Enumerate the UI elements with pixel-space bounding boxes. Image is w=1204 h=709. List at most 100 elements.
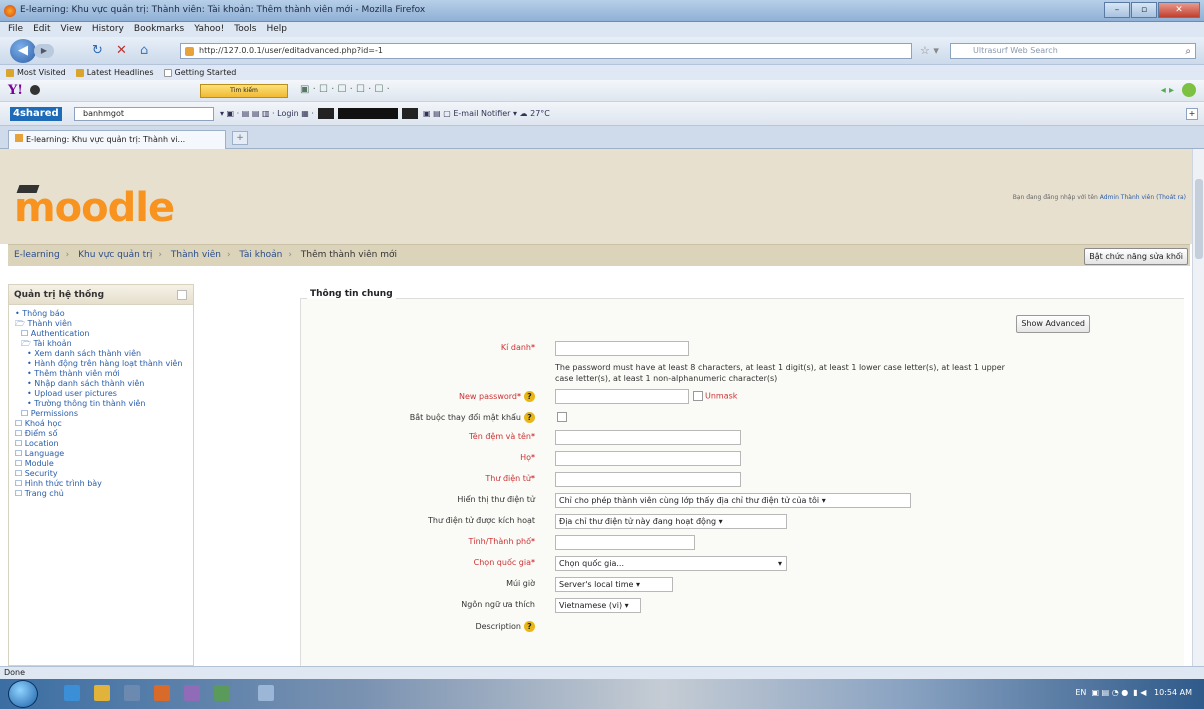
breadcrumb-elearning[interactable]: E-learning	[14, 250, 60, 260]
sidebar-item[interactable]: ☐ Điểm số	[15, 429, 187, 439]
timezone-select[interactable]: Server's local time ▾	[555, 577, 673, 592]
sidebar-item[interactable]: ☐ Module	[15, 459, 187, 469]
login-user-link[interactable]: Admin Thành viên	[1100, 194, 1154, 201]
turn-editing-on-button[interactable]: Bật chức năng sửa khối	[1084, 248, 1188, 265]
menu-edit[interactable]: Edit	[33, 22, 50, 37]
sidebar-item[interactable]: • Thêm thành viên mới	[15, 369, 187, 379]
menu-history[interactable]: History	[92, 22, 124, 37]
bookmark-latest-headlines[interactable]: Latest Headlines	[75, 68, 154, 77]
yahoo-logo[interactable]: Y!	[8, 83, 23, 98]
sidebar-item[interactable]: • Upload user pictures	[15, 389, 187, 399]
username-input[interactable]	[555, 341, 689, 356]
clock[interactable]: 10:54 AM	[1154, 688, 1192, 697]
email-active-select[interactable]: Địa chỉ thư điện tử này đang hoạt động ▾	[555, 514, 787, 529]
yahoo-tools-icon[interactable]: ▣ · ☐ · ☐ · ☐ · ☐ ·	[300, 84, 390, 95]
sidebar-item[interactable]: • Hành động trên hàng loạt thành viên	[15, 359, 187, 369]
moodle-logo[interactable]: moodle	[14, 185, 175, 229]
yahoo-search-button[interactable]: Tìm kiếm	[200, 84, 288, 98]
toolbar-expand-icon[interactable]: +	[1186, 108, 1198, 120]
menu-tools[interactable]: Tools	[234, 22, 256, 37]
menu-view[interactable]: View	[61, 22, 82, 37]
app-icon[interactable]	[184, 685, 200, 701]
country-select[interactable]: Chọn quốc gia... ▾	[555, 556, 787, 571]
maximize-button[interactable]: ▫	[1131, 2, 1157, 18]
bookmarks-bar: Most Visited Latest Headlines Getting St…	[0, 65, 1204, 80]
sidebar-item[interactable]: ☐ Language	[15, 449, 187, 459]
new-tab-button[interactable]: +	[232, 131, 248, 145]
yahoo-arrows-icon[interactable]: ◂ ▸	[1161, 85, 1174, 96]
firefox-taskbar-icon[interactable]	[154, 685, 170, 701]
sidebar-item[interactable]: • Thông báo	[15, 309, 187, 319]
reload-icon[interactable]: ↻	[92, 44, 103, 58]
email-input[interactable]	[555, 472, 741, 487]
4shared-logo[interactable]: 4shared	[10, 107, 62, 121]
sidebar-item[interactable]: ☐ Hình thức trình bày	[15, 479, 187, 489]
start-button[interactable]	[8, 680, 38, 708]
bookmark-most-visited[interactable]: Most Visited	[6, 68, 66, 77]
url-bar[interactable]: http://127.0.0.1/user/editadvanced.php?i…	[180, 43, 912, 59]
breadcrumb-admin[interactable]: Khu vực quản trị	[78, 250, 152, 260]
vertical-scrollbar[interactable]	[1192, 149, 1204, 666]
sidebar-item[interactable]: • Nhập danh sách thành viên	[15, 379, 187, 389]
sidebar-item[interactable]: ☐ Khoá học	[15, 419, 187, 429]
minimize-button[interactable]: –	[1104, 2, 1130, 18]
sidebar-item[interactable]: • Trường thông tin thành viên	[15, 399, 187, 409]
stop-icon[interactable]: ✕	[116, 44, 127, 58]
email-display-select[interactable]: Chỉ cho phép thành viên cùng lớp thấy đị…	[555, 493, 911, 508]
menu-file[interactable]: File	[8, 22, 23, 37]
app3-icon[interactable]	[258, 685, 274, 701]
app2-icon[interactable]	[214, 685, 230, 701]
login-info: Bạn đang đăng nhập với tên Admin Thành v…	[1013, 194, 1186, 201]
menu-help[interactable]: Help	[266, 22, 287, 37]
city-input[interactable]	[555, 535, 695, 550]
show-advanced-button[interactable]: Show Advanced	[1016, 315, 1090, 333]
sidebar-item[interactable]: ☐ Permissions	[15, 409, 187, 419]
yahoo-menu-icon[interactable]	[30, 85, 40, 95]
firstname-input[interactable]	[555, 430, 741, 445]
forward-button[interactable]: ▶	[34, 44, 54, 58]
addon-search-input[interactable]: banhmgot	[74, 107, 214, 121]
tab-elearning[interactable]: E-learning: Khu vực quản trị: Thành vi..…	[8, 130, 226, 149]
page-icon	[163, 68, 172, 77]
force-change-row: Bắt buộc thay đổi mật khẩu?	[301, 410, 1185, 426]
explorer-icon[interactable]	[94, 685, 110, 701]
breadcrumb: E-learning › Khu vực quản trị › Thành viên…	[8, 244, 1190, 266]
home-icon[interactable]: ⌂	[140, 44, 148, 58]
moodle-header: moodle Bạn đang đăng nhập với tên Admin …	[0, 149, 1192, 244]
help-icon[interactable]: ?	[524, 391, 535, 402]
breadcrumb-accounts[interactable]: Tài khoản	[239, 250, 282, 260]
back-button[interactable]: ◀	[10, 39, 36, 63]
lastname-input[interactable]	[555, 451, 741, 466]
close-button[interactable]: ✕	[1158, 2, 1200, 18]
unmask-checkbox[interactable]: Unmask	[693, 391, 737, 401]
bookmark-getting-started[interactable]: Getting Started	[163, 68, 236, 77]
sidebar-item[interactable]: 🗁 Tài khoản	[15, 339, 187, 349]
force-change-checkbox[interactable]	[557, 412, 567, 422]
search-icon[interactable]: ⌕	[1185, 45, 1191, 59]
ie-icon[interactable]	[64, 685, 80, 701]
sidebar-item[interactable]: • Xem danh sách thành viên	[15, 349, 187, 359]
menu-yahoo[interactable]: Yahoo!	[194, 22, 224, 37]
sidebar-item[interactable]: ☐ Location	[15, 439, 187, 449]
new-password-input[interactable]	[555, 389, 689, 404]
logout-link[interactable]: (Thoát ra)	[1156, 194, 1186, 201]
breadcrumb-users[interactable]: Thành viên	[171, 250, 221, 260]
media-icon[interactable]	[124, 685, 140, 701]
email-notifier-link[interactable]: E-mail Notifier	[453, 109, 510, 118]
help-icon[interactable]: ?	[524, 621, 535, 632]
login-link[interactable]: Login	[277, 109, 299, 118]
hide-block-icon[interactable]	[177, 290, 187, 300]
country-row: Chọn quốc gia* Chọn quốc gia... ▾	[301, 556, 1185, 572]
bookmark-star-icon[interactable]: ☆ ▾	[920, 44, 939, 57]
sidebar-item[interactable]: ☐ Security	[15, 469, 187, 479]
help-icon[interactable]: ?	[524, 412, 535, 423]
scrollbar-thumb[interactable]	[1195, 179, 1203, 259]
sidebar-item[interactable]: 🗁 Thành viên	[15, 319, 187, 329]
addon-search-value: banhmgot	[83, 109, 125, 118]
language-select[interactable]: Vietnamese (vi) ▾	[555, 598, 641, 613]
menu-bookmarks[interactable]: Bookmarks	[134, 22, 184, 37]
sidebar-item[interactable]: ☐ Trang chủ	[15, 489, 187, 499]
search-input[interactable]: Ultrasurf Web Search ⌕	[950, 43, 1196, 59]
sidebar-item[interactable]: ☐ Authentication	[15, 329, 187, 339]
language-indicator[interactable]: EN	[1075, 688, 1086, 697]
